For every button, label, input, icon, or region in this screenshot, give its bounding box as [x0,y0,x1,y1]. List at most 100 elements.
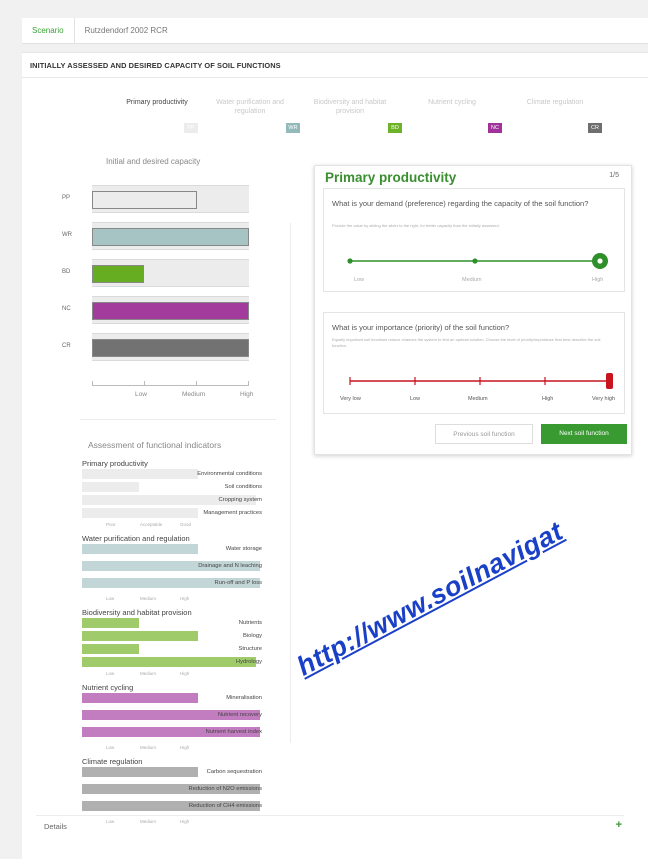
capacity-chart-title: Initial and desired capacity [106,157,201,166]
indicator-scale-label: Low [106,745,115,750]
capacity-bar [92,191,197,209]
axis-tick [144,381,145,386]
indicator-label: Nutrient harvest index [205,729,262,735]
function-header-pp[interactable]: Primary productivity [112,98,202,107]
demand-label-medium: Medium [462,277,482,283]
indicator-label: Reduction of N2O emissions [188,786,262,792]
capacity-bar [92,228,249,246]
capacity-row-label: CR [62,343,71,349]
indicator-label: Drainage and N leaching [198,563,262,569]
chip-nc: NC [488,123,502,133]
indicator-label: Environmental conditions [197,471,262,477]
tab-scenario-name[interactable]: Rutzdendorf 2002 RCR [75,18,178,44]
card-title: Primary productivity [325,170,457,185]
indicator-scale-label: Poor [106,522,116,527]
importance-slider-handle [606,373,613,389]
capacity-bar-track [92,296,249,324]
indicator-scale-label: Medium [140,596,157,601]
axis-label-medium: Medium [182,391,206,398]
divider [80,419,276,420]
demand-slider-tick [472,258,478,264]
importance-label-low: Low [410,396,421,402]
capacity-axis [92,385,249,386]
capacity-row-label: NC [62,306,71,312]
indicator-label: Nutrients [238,620,262,626]
importance-help: Equally important soil functions reduce … [332,337,601,348]
chip-cr: CR [588,123,602,133]
capacity-bar-track [92,185,249,213]
app-frame: Scenario Rutzdendorf 2002 RCR INITIALLY … [0,0,648,859]
indicator-label: Carbon sequestration [206,769,262,775]
indicator-label: Structure [238,646,262,652]
panel-title: INITIALLY ASSESSED AND DESIRED CAPACITY … [30,61,281,70]
importance-label-high: High [542,396,554,402]
next-soil-function-button[interactable]: Next soil function [541,424,627,444]
soil-functions-panel: INITIALLY ASSESSED AND DESIRED CAPACITY … [22,52,648,859]
axis-tick [248,381,249,386]
indicator-label: Biology [242,633,262,639]
details-label: Details [44,822,67,831]
indicator-scale-label: Medium [140,671,157,676]
chip-wr: WR [286,123,300,133]
indicator-label: Nutrient recovery [217,712,262,718]
demand-slider-handle-dot [597,258,603,264]
indicator-bar [82,618,139,628]
indicator-label: Run-off and P loss [214,580,262,586]
indicator-label: Hydrology [235,659,262,665]
indicator-bar [82,482,139,492]
chip-pp: PP [184,123,198,133]
indicator-scale-label: Good [180,522,192,527]
breadcrumb-tabbar: Scenario Rutzdendorf 2002 RCR [22,17,648,44]
function-header-bd-label: Biodiversity and habitat provision [313,99,387,115]
card-counter: 1/5 [609,172,619,179]
function-header-nc[interactable]: Nutrient cycling [412,98,492,107]
indicator-group-title: Water purification and regulation [82,534,190,543]
axis-label-low: Low [135,391,147,398]
indicator-bar [82,644,139,654]
capacity-bar-track [92,259,249,287]
importance-slider[interactable] [342,371,620,391]
function-header-bd[interactable]: Biodiversity and habitat provision [302,98,398,116]
demand-slider[interactable] [342,241,610,271]
importance-label-very-low: Very low [340,396,361,402]
demand-question: What is your demand (preference) regardi… [332,199,589,208]
function-header-wr[interactable]: Water purification and regulation [206,98,294,116]
capacity-bar [92,265,144,283]
importance-question: What is your importance (priority) of th… [332,323,510,332]
indicator-group-title: Biodiversity and habitat provision [82,608,192,617]
previous-soil-function-button[interactable]: Previous soil function [435,424,533,444]
tab-scenario[interactable]: Scenario [22,17,75,44]
capacity-row-label: WR [62,232,72,238]
axis-label-high: High [240,391,254,398]
indicator-group-title: Climate regulation [82,757,143,766]
indicator-label: Mineralisation [226,695,262,701]
capacity-bar-track [92,222,249,250]
indicators-title: Assessment of functional indicators [88,440,222,450]
indicator-label: Cropping system [218,497,263,503]
importance-label-very-high: Very high [592,396,615,402]
indicator-scale-label: Low [106,671,115,676]
indicator-label: Reduction of CH4 emissions [188,803,262,809]
indicator-scale-label: Medium [140,745,157,750]
demand-slider-tick [347,258,353,264]
demand-label-high: High [592,277,604,283]
indicator-scale-label: High [180,671,190,676]
axis-tick [196,381,197,386]
capacity-bar [92,302,249,320]
indicator-scale-label: High [180,745,190,750]
indicator-scale-label: Acceptable [140,522,163,527]
indicator-scale-label: Low [106,596,115,601]
capacity-bar [92,339,249,357]
importance-label-medium: Medium [468,396,488,402]
expand-plus-icon[interactable]: + [616,819,622,831]
function-header-cr[interactable]: Climate regulation [512,98,598,107]
capacity-bar-track [92,333,249,361]
indicator-group-title: Primary productivity [82,459,148,468]
demand-help: Provide the value by sliding the slider … [332,223,500,228]
divider [290,223,291,743]
capacity-row-label: PP [62,195,71,201]
chip-bd: BD [388,123,402,133]
indicator-group-title: Nutrient cycling [82,683,134,692]
indicator-scale-label: High [180,596,190,601]
details-row[interactable]: Details + [36,815,624,837]
